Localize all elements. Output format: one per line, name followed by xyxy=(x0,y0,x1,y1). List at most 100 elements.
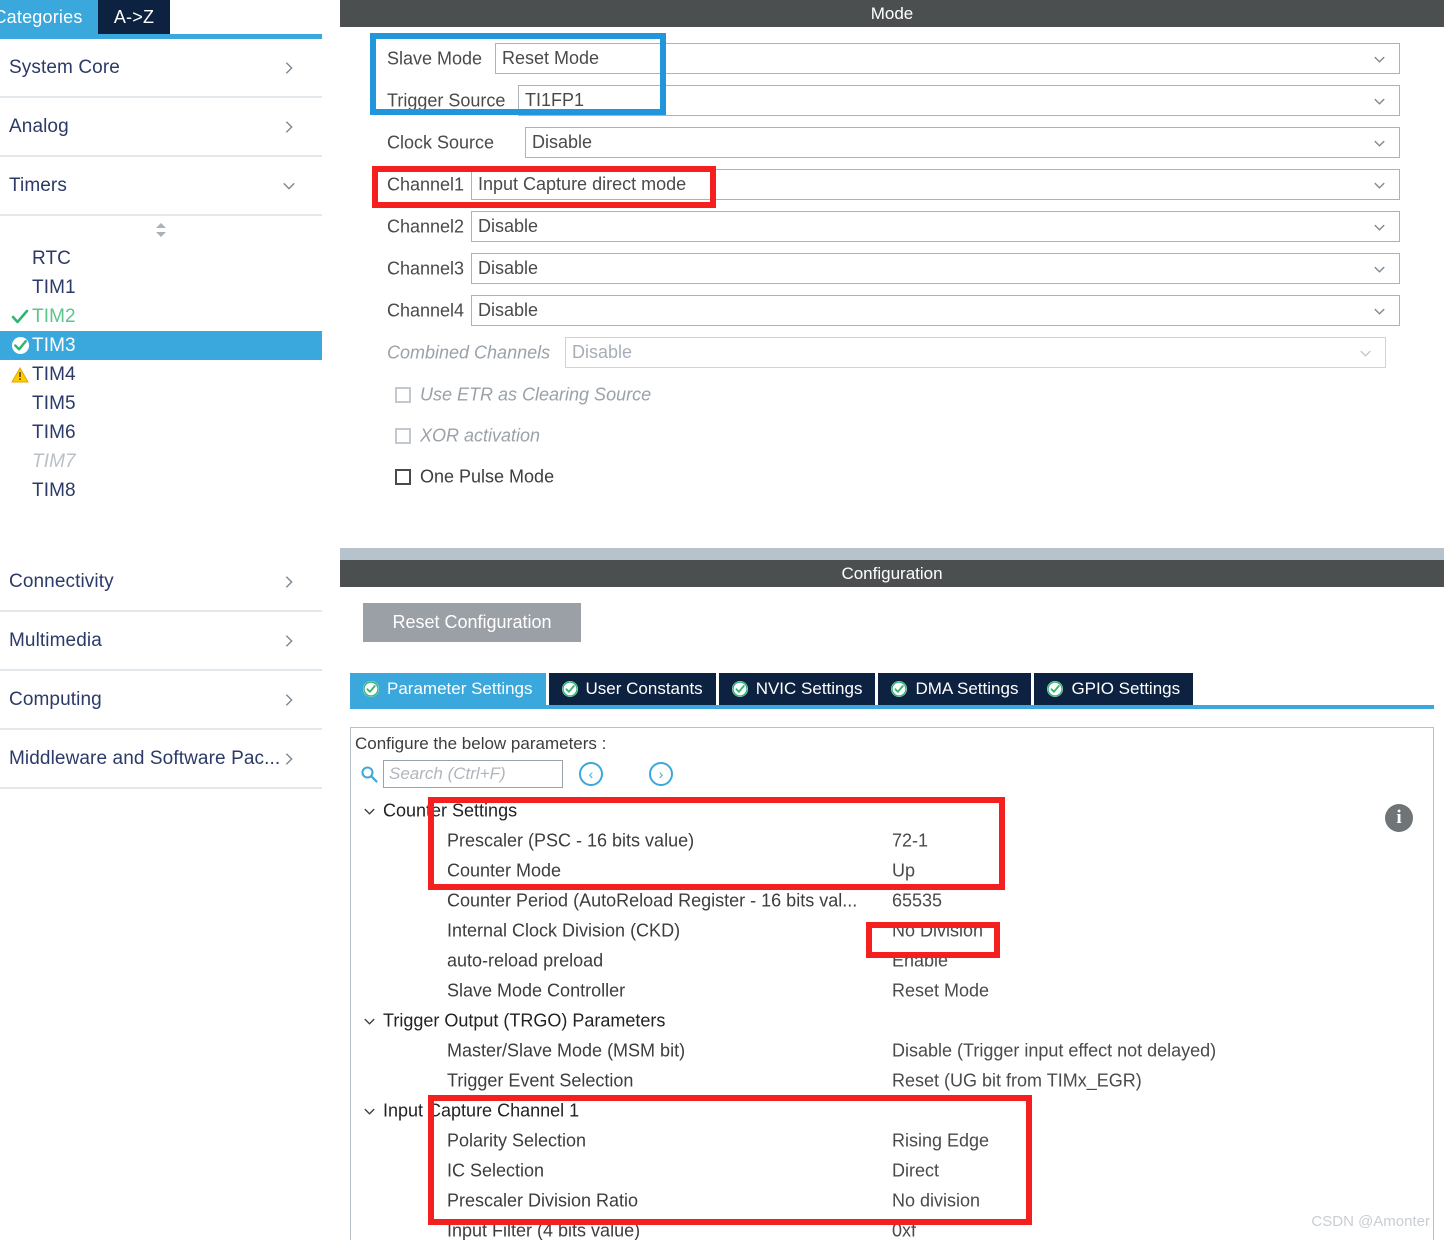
group-trigger-output-parameters[interactable]: Trigger Output (TRGO) Parameters xyxy=(351,1006,1433,1036)
param-row-master-slave-mode[interactable]: Master/Slave Mode (MSM bit) Disable (Tri… xyxy=(351,1036,1433,1066)
timer-item-tim2[interactable]: TIM2 xyxy=(0,302,322,331)
sidebar-item-timers[interactable]: Timers xyxy=(0,157,322,216)
chevron-right-icon xyxy=(282,575,296,589)
sidebar-category-list-lower: Connectivity Multimedia Computing Middle… xyxy=(0,553,322,789)
tab-dma-settings[interactable]: DMA Settings xyxy=(878,673,1032,705)
watermark: CSDN @Amonter xyxy=(1311,1213,1430,1230)
tab-parameter-settings-label: Parameter Settings xyxy=(387,679,533,698)
field-row-clock-source: Clock Source Disable xyxy=(340,122,1444,164)
sort-handle-icon[interactable] xyxy=(0,216,322,244)
timer-status-none-icon xyxy=(8,248,32,270)
channel1-dropdown[interactable]: Input Capture direct mode xyxy=(471,169,1400,200)
checkbox-row-use-etr-clearing-source: Use ETR as Clearing Source xyxy=(340,374,1444,415)
tab-user-constants[interactable]: User Constants xyxy=(548,673,716,705)
param-master-slave-mode-value: Disable (Trigger input effect not delaye… xyxy=(892,1040,1217,1061)
sidebar-item-multimedia[interactable]: Multimedia xyxy=(0,612,322,671)
tab-gpio-settings-label: GPIO Settings xyxy=(1071,679,1181,698)
tab-parameter-settings[interactable]: Parameter Settings xyxy=(350,673,546,705)
sidebar-tab-categories[interactable]: Categories xyxy=(0,0,98,34)
combined-channels-value: Disable xyxy=(572,342,633,362)
timer-item-tim4[interactable]: TIM4 xyxy=(0,360,322,389)
param-internal-clock-division-value: No Division xyxy=(892,920,984,941)
sidebar-item-middleware-label: Middleware and Software Pac... xyxy=(9,747,281,769)
timer-item-tim8[interactable]: TIM8 xyxy=(0,476,322,505)
param-internal-clock-division-name: Internal Clock Division (CKD) xyxy=(447,920,681,941)
checkbox-row-one-pulse-mode[interactable]: One Pulse Mode xyxy=(340,456,1444,497)
param-row-slave-mode-controller[interactable]: Slave Mode Controller Reset Mode xyxy=(351,976,1433,1006)
slave-mode-dropdown[interactable]: Reset Mode xyxy=(495,43,1400,74)
param-row-polarity-selection[interactable]: Polarity Selection Rising Edge xyxy=(351,1126,1433,1156)
param-polarity-selection-name: Polarity Selection xyxy=(447,1130,587,1151)
sidebar-item-analog[interactable]: Analog xyxy=(0,98,322,157)
sidebar: Categories A->Z System Core Analog Timer… xyxy=(0,0,322,1240)
param-row-input-filter[interactable]: Input Filter (4 bits value) 0xf xyxy=(351,1216,1433,1240)
field-row-trigger-source: Trigger Source TI1FP1 xyxy=(340,80,1444,122)
timer-item-tim4-label: TIM4 xyxy=(32,363,76,385)
sidebar-item-connectivity[interactable]: Connectivity xyxy=(0,553,322,612)
timer-status-none-icon xyxy=(8,451,32,473)
channel2-label: Channel2 xyxy=(387,216,465,237)
param-row-prescaler[interactable]: Prescaler (PSC - 16 bits value) 72-1 xyxy=(351,826,1433,856)
chevron-down-icon xyxy=(362,1104,377,1119)
param-prescaler-division-ratio-value: No division xyxy=(892,1190,981,1211)
param-row-prescaler-division-ratio[interactable]: Prescaler Division Ratio No division xyxy=(351,1186,1433,1216)
tab-nvic-settings-label: NVIC Settings xyxy=(755,679,863,698)
sidebar-item-computing-label: Computing xyxy=(9,688,102,710)
tab-gpio-settings[interactable]: GPIO Settings xyxy=(1034,673,1194,705)
param-trigger-event-selection-value: Reset (UG bit from TIMx_EGR) xyxy=(892,1070,1142,1091)
search-prev-button[interactable]: ‹ xyxy=(579,762,603,786)
sidebar-item-connectivity-label: Connectivity xyxy=(9,570,114,592)
chevron-down-icon xyxy=(362,804,377,819)
timer-item-tim1[interactable]: TIM1 xyxy=(0,273,322,302)
field-row-slave-mode: Slave Mode Reset Mode xyxy=(340,38,1444,80)
tab-dma-settings-label: DMA Settings xyxy=(915,679,1019,698)
reset-configuration-button[interactable]: Reset Configuration xyxy=(363,603,581,642)
parameter-settings-pane: Configure the below parameters : ‹ › i xyxy=(350,727,1434,1240)
timer-item-tim6-label: TIM6 xyxy=(32,421,76,443)
param-row-auto-reload-preload[interactable]: auto-reload preload Enable xyxy=(351,946,1433,976)
channel3-dropdown[interactable]: Disable xyxy=(471,253,1400,284)
channel4-dropdown[interactable]: Disable xyxy=(471,295,1400,326)
tab-user-constants-label: User Constants xyxy=(585,679,703,698)
sidebar-item-system-core[interactable]: System Core xyxy=(0,39,322,98)
check-icon xyxy=(8,306,32,328)
sidebar-item-middleware[interactable]: Middleware and Software Pac... xyxy=(0,730,322,789)
param-row-trigger-event-selection[interactable]: Trigger Event Selection Reset (UG bit fr… xyxy=(351,1066,1433,1096)
param-row-counter-mode[interactable]: Counter Mode Up xyxy=(351,856,1433,886)
check-circle-icon xyxy=(1047,681,1064,697)
sidebar-item-computing[interactable]: Computing xyxy=(0,671,322,730)
one-pulse-mode-label: One Pulse Mode xyxy=(420,466,555,486)
channel2-dropdown[interactable]: Disable xyxy=(471,211,1400,242)
timer-item-tim6[interactable]: TIM6 xyxy=(0,418,322,447)
param-counter-period-name: Counter Period (AutoReload Register - 16… xyxy=(447,890,858,911)
timer-item-rtc[interactable]: RTC xyxy=(0,244,322,273)
one-pulse-mode-checkbox[interactable] xyxy=(395,468,411,485)
clock-source-dropdown[interactable]: Disable xyxy=(525,127,1400,158)
sidebar-tab-categories-label: Categories xyxy=(0,6,83,27)
trigger-source-dropdown[interactable]: TI1FP1 xyxy=(518,85,1400,116)
param-prescaler-value: 72-1 xyxy=(892,830,929,851)
timer-item-tim5[interactable]: TIM5 xyxy=(0,389,322,418)
tab-nvic-settings[interactable]: NVIC Settings xyxy=(718,673,876,705)
timer-item-tim5-label: TIM5 xyxy=(32,392,76,414)
group-counter-settings[interactable]: Counter Settings xyxy=(351,796,1433,826)
search-input[interactable] xyxy=(383,760,563,788)
chevron-right-icon xyxy=(282,61,296,75)
timer-item-tim3-label: TIM3 xyxy=(32,334,76,356)
group-input-capture-channel-1[interactable]: Input Capture Channel 1 xyxy=(351,1096,1433,1126)
panel-splitter[interactable] xyxy=(340,548,1444,560)
warning-icon xyxy=(8,364,32,386)
param-row-internal-clock-division[interactable]: Internal Clock Division (CKD) No Divisio… xyxy=(351,916,1433,946)
param-master-slave-mode-name: Master/Slave Mode (MSM bit) xyxy=(447,1040,686,1061)
param-row-counter-period[interactable]: Counter Period (AutoReload Register - 16… xyxy=(351,886,1433,916)
check-circle-icon xyxy=(891,681,908,697)
combined-channels-dropdown: Disable xyxy=(565,337,1386,368)
timer-item-tim3[interactable]: TIM3 xyxy=(0,331,322,360)
chevron-down-icon xyxy=(1372,177,1387,192)
slave-mode-label: Slave Mode xyxy=(387,48,483,69)
search-next-button[interactable]: › xyxy=(649,762,673,786)
param-row-ic-selection[interactable]: IC Selection Direct xyxy=(351,1156,1433,1186)
sidebar-tab-a-to-z[interactable]: A->Z xyxy=(98,0,170,34)
timer-status-none-icon xyxy=(8,393,32,415)
configuration-panel-header: Configuration xyxy=(340,560,1444,587)
